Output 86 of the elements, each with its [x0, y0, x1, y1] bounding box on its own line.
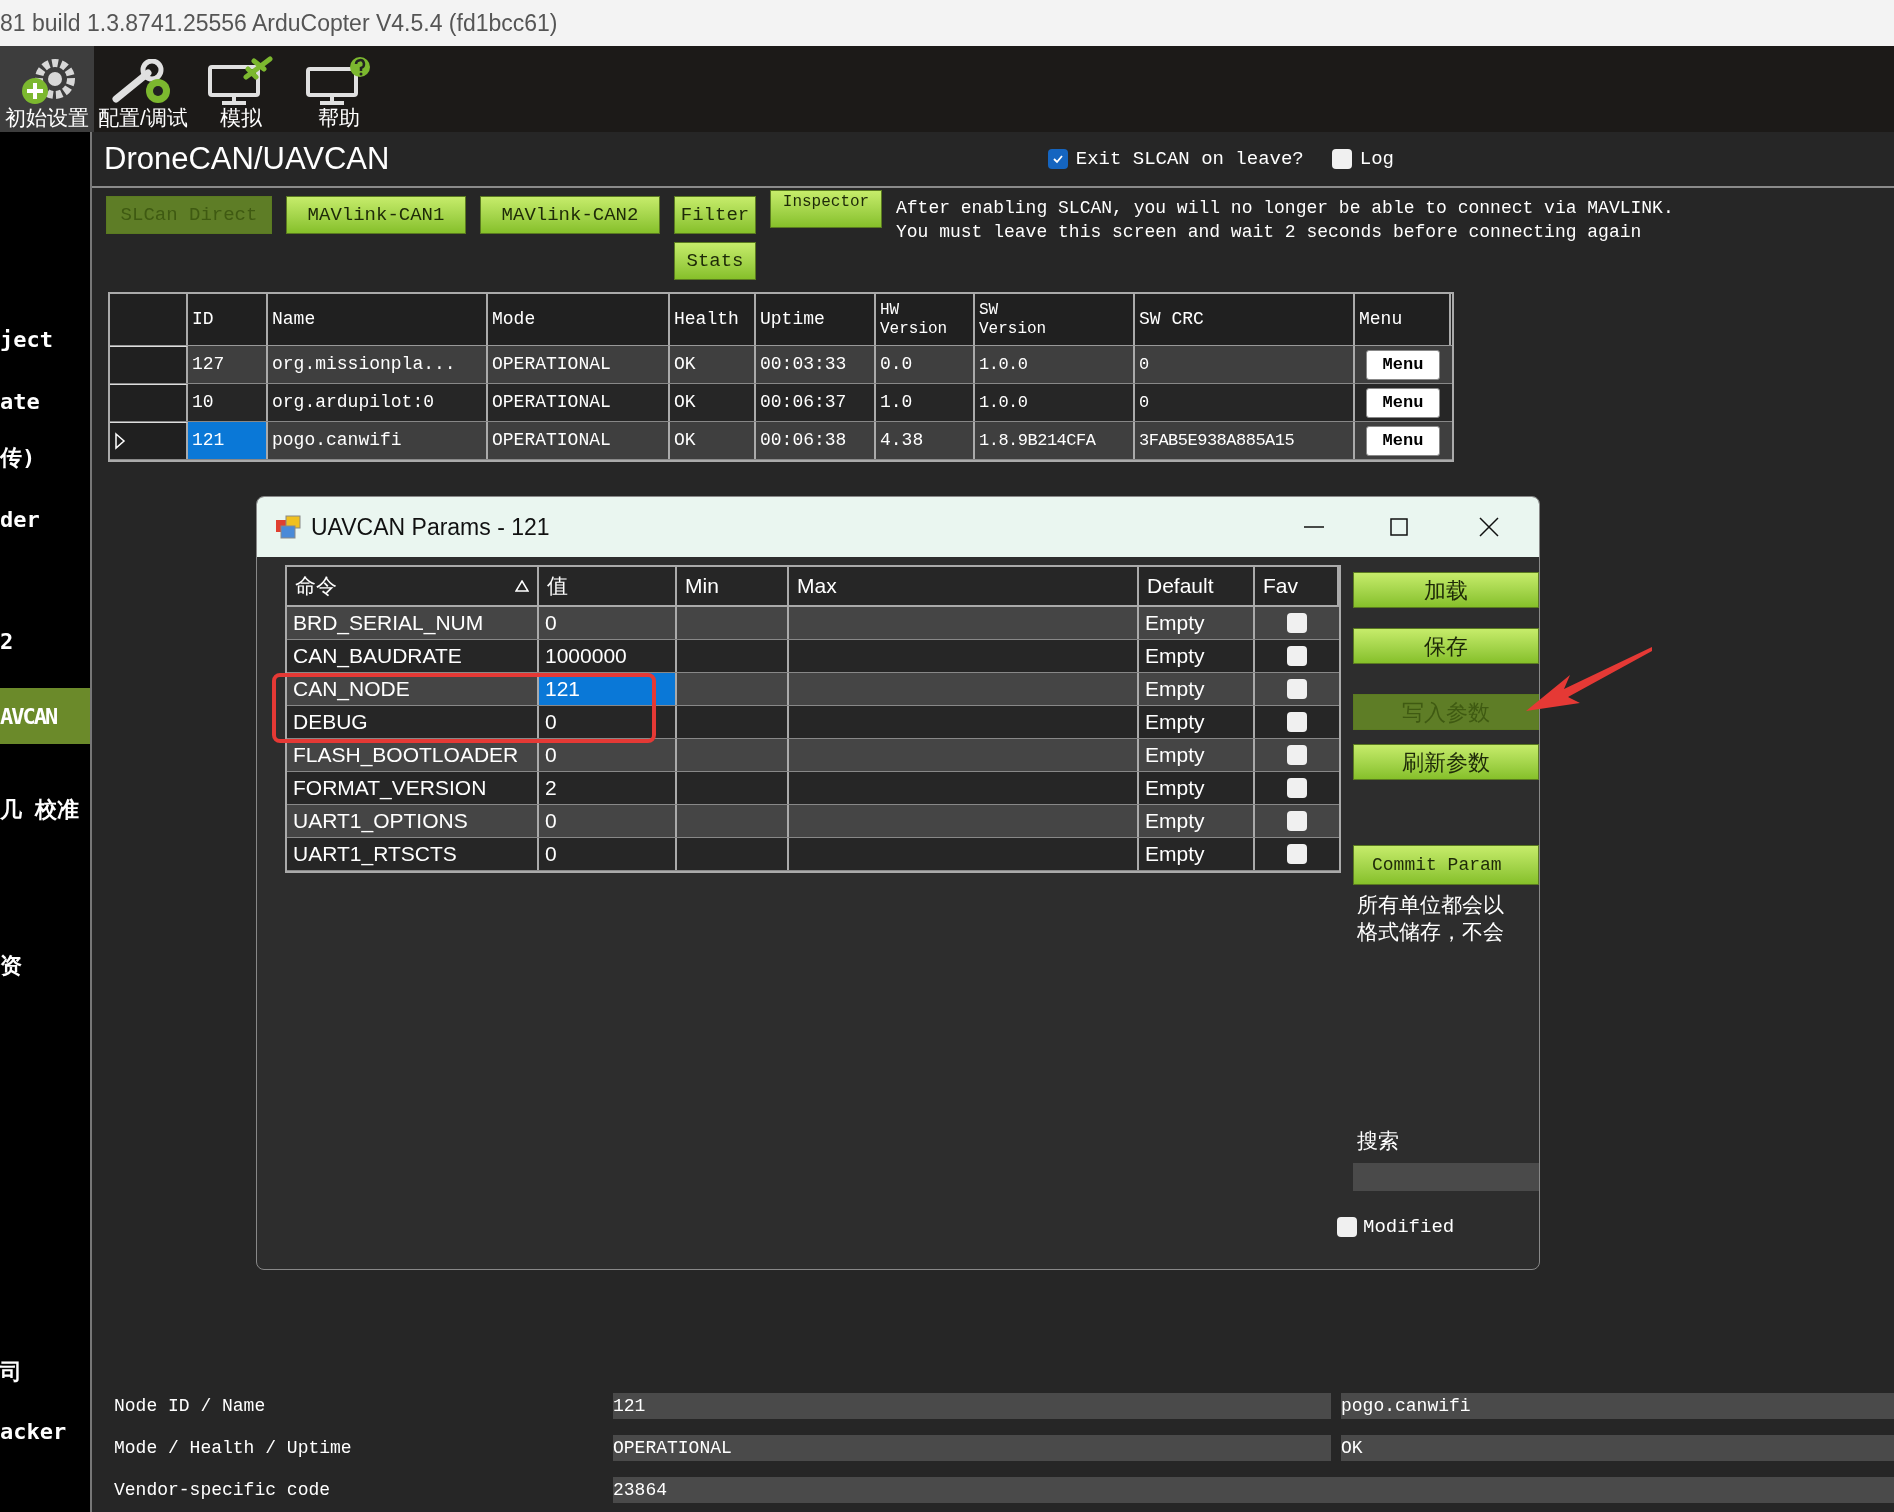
dialog-button[interactable]: 保存 — [1353, 628, 1539, 664]
sidebar-item[interactable]: acker — [0, 1418, 90, 1444]
filter-button[interactable]: Filter — [674, 196, 756, 234]
sidebar-item[interactable]: AVCAN — [0, 688, 90, 744]
fav-checkbox[interactable] — [1287, 811, 1307, 831]
row-header[interactable] — [110, 346, 188, 383]
window-title: 81 build 1.3.8741.25556 ArduCopter V4.5.4 (fd1bcc61) — [0, 8, 558, 38]
column-header[interactable]: Max — [789, 567, 1139, 605]
row-header[interactable] — [110, 384, 188, 421]
dialog-button[interactable]: 加载 — [1353, 572, 1539, 608]
sidebar-item[interactable]: 资 — [0, 952, 90, 978]
search-label: 搜索 — [1356, 1128, 1400, 1154]
table-cell: OPERATIONAL — [488, 422, 670, 459]
close-icon — [1478, 516, 1500, 538]
column-header[interactable]: Min — [677, 567, 789, 605]
table-cell: 121 — [188, 422, 268, 459]
modified-checkbox[interactable] — [1337, 1216, 1357, 1237]
table-cell: CAN_BAUDRATE — [287, 640, 539, 672]
sidebar-item[interactable]: ject — [0, 326, 90, 352]
table-cell: 00:06:38 — [756, 422, 876, 459]
fav-checkbox[interactable] — [1287, 679, 1307, 699]
column-header[interactable]: Fav — [1255, 567, 1339, 605]
exit-slcan-checkbox[interactable] — [1047, 149, 1068, 169]
detail-label: Mode / Health / Uptime — [114, 1436, 353, 1460]
detail-field: 23864 — [613, 1477, 1894, 1503]
table-cell: 4.38 — [876, 422, 975, 459]
table-cell: 1.8.9B214CFA — [975, 422, 1135, 459]
table-cell: 0 — [539, 838, 677, 870]
sidebar-item[interactable]: 2 — [0, 628, 90, 654]
checkbox-label: Exit SLCAN on leave? — [1075, 146, 1304, 172]
detail-field: pogo.canwifi — [1341, 1393, 1894, 1419]
sidebar-item[interactable]: der — [0, 506, 90, 532]
table-cell: 3FAB5E938A885A15 — [1135, 422, 1355, 459]
table-cell: Empty — [1139, 838, 1255, 870]
row-header[interactable] — [110, 422, 188, 459]
detail-field: OPERATIONAL — [613, 1435, 1331, 1461]
detail-field: OK — [1341, 1435, 1894, 1461]
commit-button[interactable]: Commit Param — [1353, 845, 1539, 885]
search-field[interactable] — [1353, 1162, 1539, 1191]
sidebar-item[interactable]: 几 校准 — [0, 796, 90, 822]
menu-button[interactable]: Menu — [1366, 349, 1440, 380]
detail-label: Node ID / Name — [114, 1394, 267, 1418]
toolbar-button[interactable]: 帮助 — [290, 46, 388, 132]
inspector-button[interactable]: Inspector — [770, 190, 882, 228]
toolbar-button[interactable]: 初始设置 — [0, 46, 94, 132]
table-cell: DEBUG — [287, 706, 539, 738]
fav-checkbox[interactable] — [1287, 712, 1307, 732]
menu-button[interactable]: Menu — [1366, 425, 1440, 456]
mode-button[interactable]: MAVlink-CAN1 — [286, 196, 466, 234]
fav-checkbox[interactable] — [1287, 646, 1307, 666]
minimize-icon — [1304, 526, 1324, 528]
notice-text: After enabling SLCAN, you will no longer be able to connect via MAVLINK. — [896, 197, 1674, 220]
sidebar-item[interactable]: 传) — [0, 444, 90, 470]
mode-button[interactable]: MAVlink-CAN2 — [480, 196, 660, 234]
toolbar-button[interactable]: 配置/调试 — [94, 46, 192, 132]
table-cell: OK — [670, 422, 756, 459]
check-icon — [1051, 153, 1064, 165]
dialog-button[interactable]: 刷新参数 — [1353, 744, 1539, 780]
notice-text: You must leave this screen and wait 2 seconds before connecting again — [896, 221, 1643, 244]
dialog-title: UAVCAN Params - 121 — [311, 512, 550, 542]
fav-checkbox[interactable] — [1287, 778, 1307, 798]
sidebar-item[interactable]: 司 — [0, 1358, 90, 1384]
note-text: 格式储存，不会 — [1357, 919, 1505, 945]
sidebar-item[interactable]: ate — [0, 388, 90, 414]
current-row-icon — [114, 432, 126, 450]
menu-button[interactable]: Menu — [1366, 387, 1440, 418]
table-cell: pogo.canwifi — [268, 422, 488, 459]
monitor-plane-icon — [206, 55, 276, 107]
app-icon — [275, 514, 303, 540]
detail-field: 121 — [613, 1393, 1331, 1419]
column-header[interactable]: Default — [1139, 567, 1255, 605]
table-cell: UART1_RTSCTS — [287, 838, 539, 870]
fav-checkbox[interactable] — [1287, 745, 1307, 765]
page-title: DroneCAN/UAVCAN — [104, 139, 390, 178]
checkbox-label: Log — [1359, 146, 1394, 172]
stats-button[interactable]: Stats — [674, 242, 756, 280]
note-text: 所有单位都会以 — [1357, 892, 1505, 918]
fav-checkbox[interactable] — [1287, 844, 1307, 864]
detail-label: Vendor-specific code — [114, 1478, 332, 1502]
column-header[interactable]: 值 — [539, 567, 677, 605]
column-header[interactable]: 命令 — [287, 567, 539, 605]
fav-checkbox[interactable] — [1287, 613, 1307, 633]
log-checkbox[interactable] — [1331, 149, 1352, 169]
maximize-icon — [1389, 517, 1409, 537]
toolbar-button[interactable]: 模拟 — [192, 46, 290, 132]
checkbox-label: Modified — [1363, 1214, 1455, 1240]
